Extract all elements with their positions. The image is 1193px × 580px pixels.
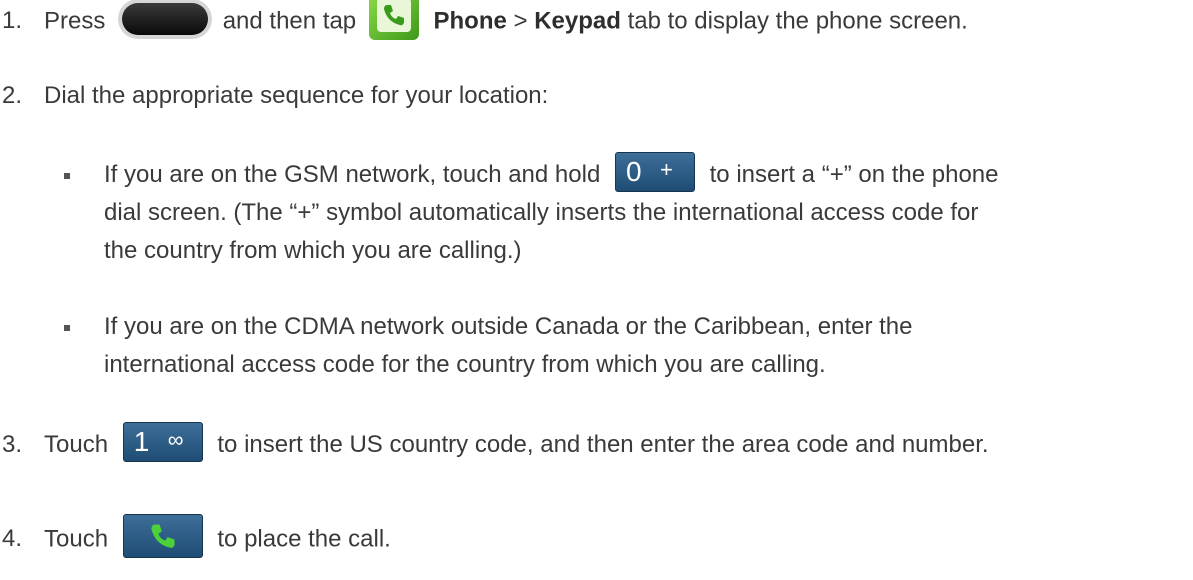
bullet-marker bbox=[64, 173, 70, 179]
step-text: Dial the appropriate sequence for your l… bbox=[44, 82, 549, 109]
call-button-icon bbox=[122, 514, 203, 558]
step-text: to place the call. bbox=[217, 525, 391, 553]
bullet-line: dial screen. (The “+” symbol automatical… bbox=[104, 199, 979, 226]
step-text: Press bbox=[44, 7, 106, 35]
phone-app-icon bbox=[368, 0, 419, 40]
step-text: Touch bbox=[44, 525, 109, 553]
step-text: Touch bbox=[44, 431, 109, 458]
key-symbol: + bbox=[659, 156, 673, 182]
step-number: 3. bbox=[2, 431, 23, 458]
keypad-label: Keypad bbox=[534, 7, 621, 35]
step-text: tab to display the phone screen. bbox=[627, 7, 968, 35]
bullet-text: to insert a “+” on the phone bbox=[709, 161, 999, 188]
bullet-line: If you are on the GSM network, touch and… bbox=[104, 151, 999, 192]
key-symbol: ∞ bbox=[167, 426, 184, 452]
key-digit: 1 bbox=[133, 425, 150, 457]
one-key-icon: 1 ∞ bbox=[122, 421, 203, 462]
step-number: 2. bbox=[2, 82, 23, 109]
bullet-line: international access code for the countr… bbox=[104, 351, 826, 378]
step-text: to insert the US country code, and then … bbox=[217, 431, 989, 458]
bullet-marker bbox=[64, 325, 70, 331]
step-number: 4. bbox=[2, 525, 23, 552]
bullet-line: the country from which you are calling.) bbox=[104, 237, 522, 264]
bullet-text: If you are on the GSM network, touch and… bbox=[104, 161, 601, 188]
zero-plus-key-icon: 0 + bbox=[614, 151, 695, 192]
step-text: and then tap bbox=[222, 7, 357, 35]
separator: > bbox=[513, 7, 528, 35]
bullet-line: If you are on the CDMA network outside C… bbox=[104, 313, 913, 340]
key-digit: 0 bbox=[625, 155, 642, 187]
home-button-icon bbox=[118, 0, 213, 39]
step-number: 1. bbox=[2, 7, 23, 34]
phone-label: Phone bbox=[433, 7, 507, 35]
